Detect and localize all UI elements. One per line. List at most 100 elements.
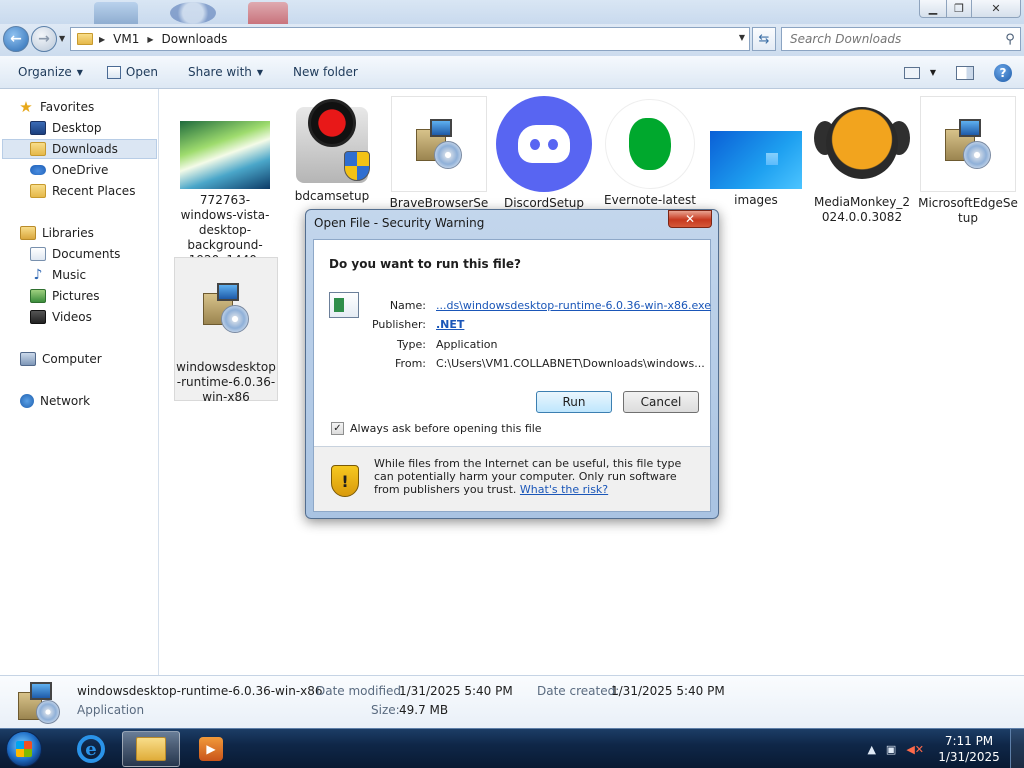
command-bar: Organize ▼ Open Share with ▼ New folder … <box>0 56 1024 89</box>
minimize-button[interactable]: ▁ <box>919 0 947 18</box>
whats-the-risk-link[interactable]: What's the risk? <box>520 483 608 496</box>
warning-shield-icon: ! <box>331 465 359 497</box>
image-thumbnail <box>180 121 270 189</box>
details-modified-value: 1/31/2025 5:40 PM <box>399 684 513 698</box>
nav-computer[interactable]: Computer <box>20 349 102 369</box>
search-icon[interactable]: ⚲ <box>1000 32 1020 47</box>
clock[interactable]: 7:11 PM 1/31/2025 <box>934 733 1004 765</box>
file-item-evernote[interactable]: Evernote-latest <box>600 99 700 208</box>
nav-pictures[interactable]: Pictures <box>30 286 100 306</box>
windows-logo-icon <box>16 741 32 757</box>
search-box[interactable]: ⚲ <box>781 27 1021 51</box>
new-folder-label: New folder <box>293 65 358 79</box>
run-button[interactable]: Run <box>536 391 612 413</box>
recent-pages-dropdown[interactable]: ▼ <box>59 34 65 43</box>
installer-package-icon <box>391 96 487 192</box>
nav-downloads[interactable]: Downloads <box>2 139 157 159</box>
address-bar[interactable]: ▶ VM1 ▶ Downloads ▼ <box>70 27 750 51</box>
downloads-folder-icon <box>30 142 46 156</box>
nav-recent-places[interactable]: Recent Places <box>30 181 135 201</box>
chevron-down-icon: ▼ <box>256 67 264 77</box>
forward-button[interactable]: → <box>31 26 57 52</box>
details-size-value: 49.7 MB <box>399 703 449 717</box>
breadcrumb-separator-icon[interactable]: ▶ <box>99 35 105 44</box>
nav-favorites[interactable]: ★ Favorites <box>18 97 94 117</box>
file-item-vista-wallpaper[interactable]: 772763-windows-vista-desktop-background-… <box>175 89 275 283</box>
start-button[interactable] <box>6 731 42 767</box>
file-name-link[interactable]: ...ds\windowsdesktop-runtime-6.0.36-win-… <box>436 299 711 312</box>
type-label: Type: <box>397 338 426 351</box>
nav-music[interactable]: ♪ Music <box>30 265 87 285</box>
change-view-icon[interactable] <box>903 66 920 79</box>
dialog-question: Do you want to run this file? <box>329 257 521 271</box>
always-ask-checkbox[interactable]: ✓ <box>331 422 344 435</box>
close-window-button[interactable]: ✕ <box>971 0 1021 18</box>
nav-documents[interactable]: Documents <box>30 244 120 264</box>
dialog-close-button[interactable]: ✕ <box>668 210 712 228</box>
nav-onedrive[interactable]: OneDrive <box>30 160 108 180</box>
show-desktop-button[interactable] <box>1010 729 1024 768</box>
folder-icon <box>77 33 93 45</box>
file-item-discordsetup[interactable]: DiscordSetup <box>494 96 594 211</box>
refresh-button[interactable]: ⇆ <box>752 27 776 51</box>
network-status-icon[interactable]: ▣ <box>886 743 896 756</box>
file-item-microsoftedgesetup[interactable]: MicrosoftEdgeSetup <box>918 96 1018 226</box>
nav-network[interactable]: Network <box>20 391 90 411</box>
dialog-title: Open File - Security Warning <box>314 216 485 230</box>
volume-muted-icon[interactable]: ◀✕ <box>906 743 924 756</box>
taskbar-windows-explorer[interactable] <box>122 731 180 767</box>
network-icon <box>20 394 34 408</box>
search-input[interactable] <box>790 32 1000 46</box>
from-label: From: <box>395 357 426 370</box>
file-label: Evernote-latest <box>604 193 696 207</box>
clock-time: 7:11 PM <box>944 734 994 748</box>
breadcrumb-vm1[interactable]: VM1 <box>111 30 141 48</box>
taskbar-internet-explorer[interactable]: e <box>62 731 120 767</box>
desktop-icon <box>30 121 46 135</box>
maximize-button[interactable]: ❐ <box>946 0 972 18</box>
file-label: images <box>734 193 778 207</box>
open-label: Open <box>125 65 158 79</box>
open-button[interactable]: Open <box>99 61 166 83</box>
nav-label: Videos <box>52 310 92 324</box>
organize-menu[interactable]: Organize ▼ <box>10 61 91 83</box>
file-item-images[interactable]: images <box>706 89 806 208</box>
breadcrumb-downloads[interactable]: Downloads <box>160 30 230 48</box>
show-hidden-icons-icon[interactable]: ▲ <box>867 743 875 756</box>
nav-desktop[interactable]: Desktop <box>30 118 102 138</box>
file-item-mediamonkey[interactable]: MediaMonkey_2024.0.0.3082 <box>812 101 912 225</box>
refresh-icon: ⇆ <box>758 31 770 47</box>
file-item-windowsdesktop-runtime[interactable]: windowsdesktop-runtime-6.0.36-win-x86 <box>174 257 278 404</box>
videos-icon <box>30 310 46 324</box>
nav-label: Music <box>52 268 87 282</box>
music-icon: ♪ <box>33 267 43 283</box>
navigation-pane: ★ Favorites Desktop Downloads OneDrive Re… <box>0 89 159 675</box>
file-item-bdcamsetup[interactable]: bdcamsetup <box>282 97 382 204</box>
details-created-value: 1/31/2025 5:40 PM <box>611 684 725 698</box>
minimize-icon: ▁ <box>928 2 938 15</box>
nav-label: Network <box>40 394 91 408</box>
preview-pane-icon[interactable] <box>956 65 974 80</box>
clock-date: 1/31/2025 <box>938 750 1000 764</box>
image-thumbnail <box>710 131 802 189</box>
publisher-link[interactable]: .NET <box>436 318 464 331</box>
view-options-dropdown-icon[interactable]: ▼ <box>930 68 936 77</box>
window-title-bar: ▁ ❐ ✕ <box>0 0 1024 24</box>
file-item-bravebrowsersetup[interactable]: BraveBrowserSet <box>389 96 489 226</box>
taskbar-media-player[interactable]: ▶ <box>182 731 240 767</box>
help-icon[interactable]: ? <box>994 63 1012 82</box>
back-button[interactable]: ← <box>3 26 29 52</box>
chevron-down-icon: ▼ <box>76 67 83 77</box>
address-dropdown-icon[interactable]: ▼ <box>739 33 745 42</box>
nav-libraries[interactable]: Libraries <box>20 223 94 243</box>
internet-explorer-icon: e <box>77 735 105 763</box>
details-file-type: Application <box>77 703 145 717</box>
discord-icon <box>496 96 592 192</box>
nav-label: Documents <box>52 247 121 261</box>
share-with-menu[interactable]: Share with ▼ <box>180 61 271 83</box>
new-folder-button[interactable]: New folder <box>285 61 366 83</box>
publisher-label: Publisher: <box>371 318 426 331</box>
breadcrumb-separator-icon[interactable]: ▶ <box>147 35 153 44</box>
nav-videos[interactable]: Videos <box>30 307 92 327</box>
cancel-button[interactable]: Cancel <box>623 391 699 413</box>
